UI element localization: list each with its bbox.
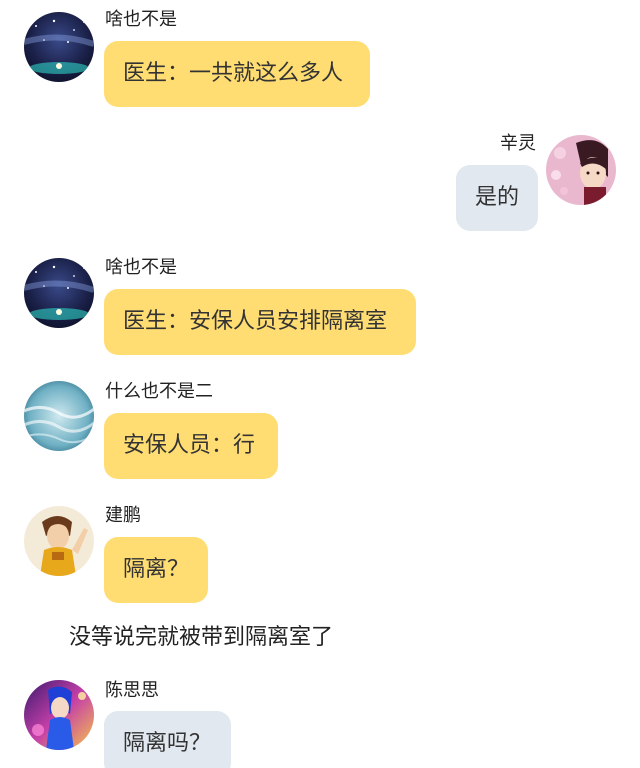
sender-name: 辛灵 xyxy=(500,133,536,154)
sender-name: 建鹏 xyxy=(105,505,141,526)
avatar-anime-girl[interactable] xyxy=(546,135,616,205)
avatar-ocean-wave[interactable] xyxy=(24,381,94,451)
chat-view: 啥也不是 医生：一共就这么多人 辛灵 是的 啥也不是 医生：安保人员安排隔离室 … xyxy=(0,0,640,768)
message-bubble[interactable]: 医生：安保人员安排隔离室 xyxy=(104,289,416,355)
sender-name: 陈思思 xyxy=(105,680,159,701)
avatar-anime-boy[interactable] xyxy=(24,506,94,576)
sender-name: 啥也不是 xyxy=(105,9,177,30)
narration-text: 没等说完就被带到隔离室了 xyxy=(69,625,334,650)
avatar-anime-girl-blue[interactable] xyxy=(24,680,94,750)
message-bubble[interactable]: 是的 xyxy=(456,165,538,231)
sender-name: 啥也不是 xyxy=(105,257,177,278)
message-bubble[interactable]: 隔离吗？ xyxy=(104,711,231,768)
sender-name: 什么也不是二 xyxy=(105,381,213,402)
message-bubble[interactable]: 医生：一共就这么多人 xyxy=(104,41,370,107)
avatar-starry-night[interactable] xyxy=(24,12,94,82)
avatar-starry-night[interactable] xyxy=(24,258,94,328)
message-bubble[interactable]: 隔离？ xyxy=(104,537,208,603)
message-bubble[interactable]: 安保人员：行 xyxy=(104,413,278,479)
